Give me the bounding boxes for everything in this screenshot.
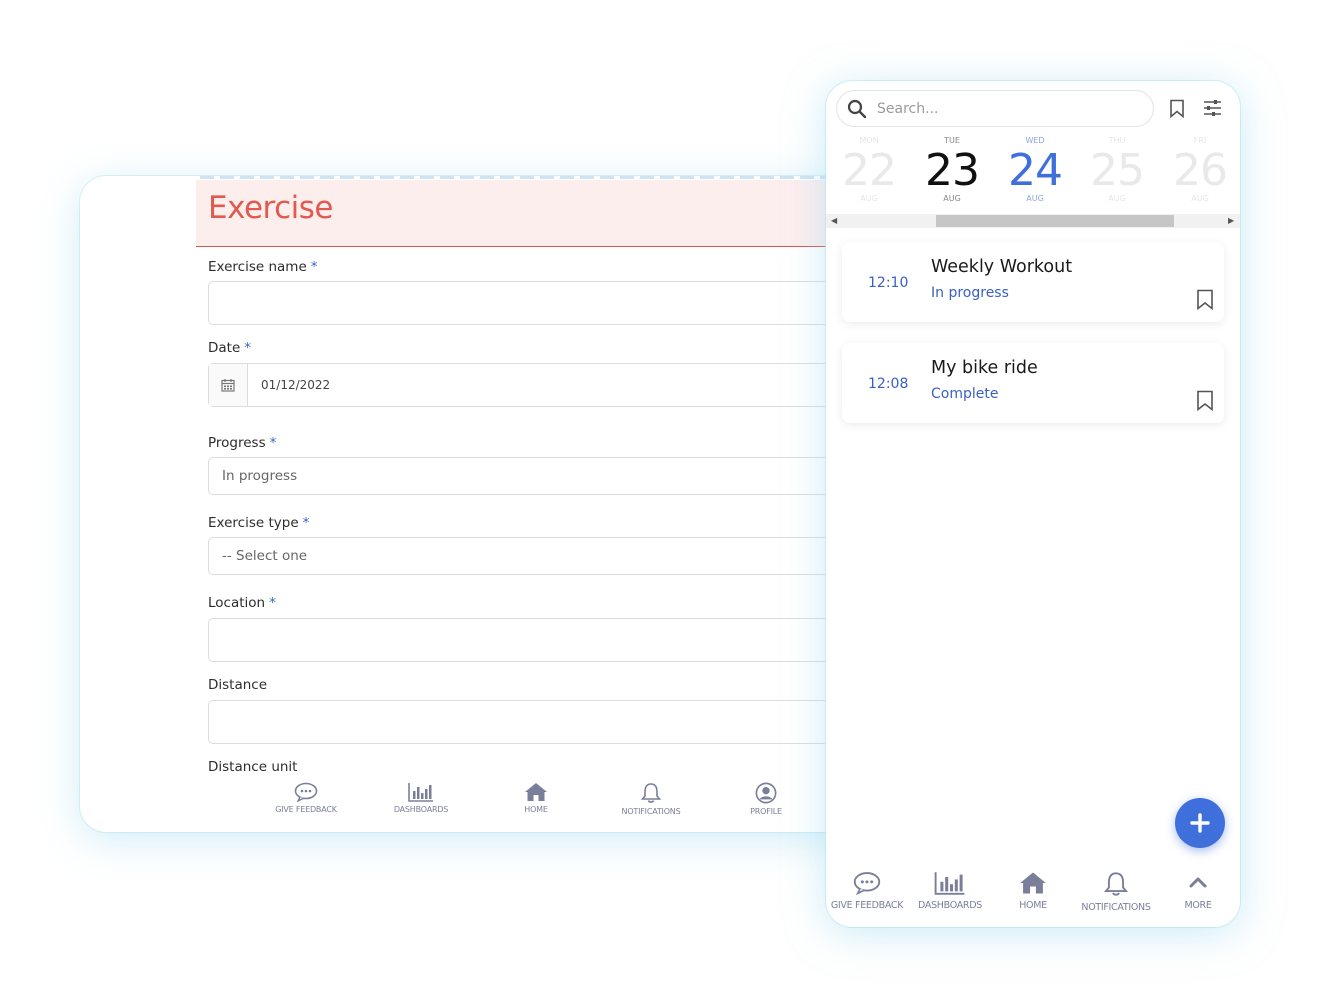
date-day-25[interactable]: THU 25 AUG	[1077, 136, 1157, 203]
distance-unit-label: Distance unit	[208, 759, 298, 775]
nav-give-feedback[interactable]: GIVE FEEDBACK	[826, 871, 909, 911]
progress-value: In progress	[222, 468, 298, 484]
entry-title: Weekly Workout	[931, 257, 1073, 277]
distance-label: Distance	[208, 677, 268, 693]
bell-icon	[1103, 872, 1129, 896]
date-strip: MON 22 AUG TUE 23 AUG WED 24 AUG THU 25 …	[826, 136, 1240, 226]
nav-home[interactable]: HOME	[991, 871, 1075, 911]
bookmark-icon[interactable]	[1196, 390, 1214, 411]
exercise-name-input[interactable]	[208, 281, 860, 325]
date-day-24[interactable]: WED 24 AUG	[995, 136, 1075, 203]
calendar-icon[interactable]	[209, 364, 248, 406]
entry-status: Complete	[931, 386, 999, 402]
nav-dashboards[interactable]: DASHBOARDS	[366, 782, 476, 814]
date-day-22[interactable]: MON 22 AUG	[829, 136, 909, 203]
form-bottom-nav: GIVE FEEDBACK DASHBOARDS HOME NOTIFICATI…	[80, 776, 860, 832]
date-strip-scrollbar[interactable]: ◀ ▶	[826, 214, 1240, 228]
search-input[interactable]: Search...	[836, 90, 1154, 127]
chat-icon	[853, 872, 881, 895]
mobile-bottom-nav: GIVE FEEDBACK DASHBOARDS HOME NOTIFICATI…	[826, 861, 1240, 927]
form-header: Exercise	[196, 180, 836, 247]
location-label: Location *	[208, 595, 276, 611]
home-icon	[525, 783, 547, 801]
exercise-form-card: Exercise Exercise name * Date * 01/12/2022…	[80, 176, 860, 832]
scrollbar-thumb[interactable]	[936, 215, 1174, 227]
scroll-right-arrow-icon[interactable]: ▶	[1228, 216, 1234, 225]
nav-home[interactable]: HOME	[481, 782, 591, 814]
search-placeholder: Search...	[877, 101, 939, 117]
nav-notifications[interactable]: NOTIFICATIONS	[1074, 871, 1158, 913]
plus-icon	[1190, 813, 1210, 833]
bar-chart-icon	[934, 872, 965, 895]
mobile-app-card: Search... MON 22 AUG TUE 23 AUG WED 24 A…	[826, 81, 1240, 927]
list-item[interactable]: 12:10 Weekly Workout In progress	[842, 242, 1224, 322]
bar-chart-icon	[408, 783, 433, 802]
exercise-type-value: -- Select one	[222, 548, 308, 564]
form-title: Exercise	[208, 190, 334, 226]
top-divider	[200, 176, 840, 179]
progress-select[interactable]: In progress	[208, 457, 860, 495]
filter-sliders-icon[interactable]	[1203, 99, 1222, 121]
user-circle-icon	[755, 782, 777, 804]
add-entry-button[interactable]	[1175, 798, 1225, 848]
list-item[interactable]: 12:08 My bike ride Complete	[842, 343, 1224, 423]
distance-input[interactable]	[208, 700, 860, 744]
date-input[interactable]: 01/12/2022	[208, 363, 860, 407]
nav-profile[interactable]: PROFILE	[711, 782, 821, 816]
search-icon	[847, 99, 867, 119]
date-day-23[interactable]: TUE 23 AUG	[912, 136, 992, 203]
entry-title: My bike ride	[931, 358, 1038, 378]
entry-time: 12:08	[868, 376, 909, 392]
location-input[interactable]	[208, 618, 860, 662]
bookmark-filter-icon[interactable]	[1169, 99, 1185, 122]
entry-status: In progress	[931, 285, 1009, 301]
chat-icon	[294, 782, 318, 802]
date-label: Date *	[208, 340, 252, 356]
date-value: 01/12/2022	[261, 378, 331, 392]
exercise-type-select[interactable]: -- Select one	[208, 537, 860, 575]
date-day-26[interactable]: FRI 26 AUG	[1160, 136, 1240, 203]
home-icon	[1020, 872, 1046, 894]
progress-label: Progress *	[208, 435, 277, 451]
nav-more[interactable]: MORE	[1156, 871, 1240, 911]
scroll-left-arrow-icon[interactable]: ◀	[831, 216, 837, 225]
nav-dashboards[interactable]: DASHBOARDS	[908, 871, 992, 911]
exercise-name-label: Exercise name *	[208, 259, 318, 275]
bookmark-icon[interactable]	[1196, 289, 1214, 310]
chevron-up-icon	[1189, 877, 1207, 888]
nav-notifications[interactable]: NOTIFICATIONS	[596, 782, 706, 816]
nav-give-feedback[interactable]: GIVE FEEDBACK	[251, 782, 361, 814]
exercise-type-label: Exercise type *	[208, 515, 310, 531]
entry-time: 12:10	[868, 275, 909, 291]
bell-icon	[640, 783, 662, 803]
